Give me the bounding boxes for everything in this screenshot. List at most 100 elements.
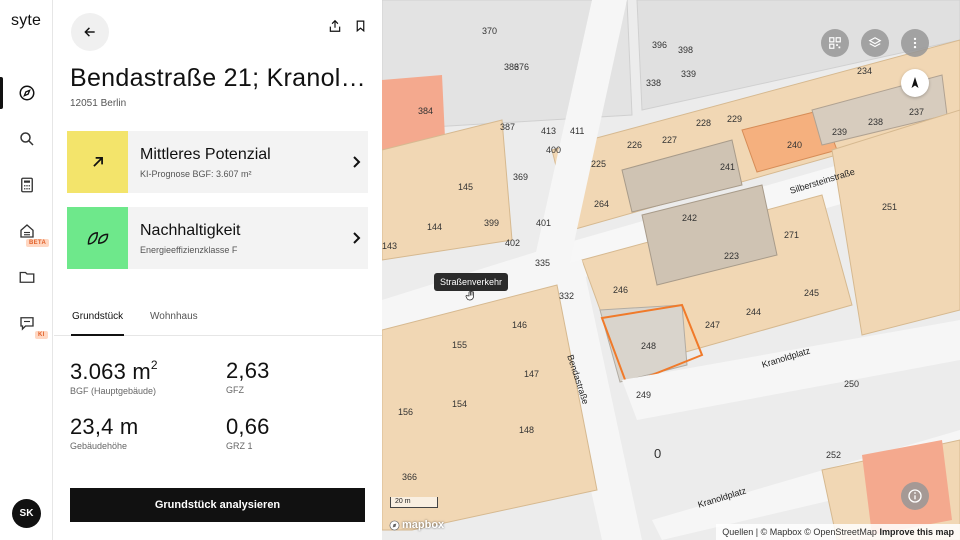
more-vertical-icon bbox=[913, 37, 917, 49]
plot-label: 234 bbox=[857, 66, 873, 76]
ki-badge: KI bbox=[35, 331, 48, 339]
plot-label: 242 bbox=[682, 213, 698, 223]
plot-label: 155 bbox=[452, 340, 468, 350]
address-subtitle: 12051 Berlin bbox=[70, 98, 127, 109]
stat-bgf: 3.063 m2 BGF (Hauptgebäude) bbox=[70, 358, 158, 396]
plot-label: 411 bbox=[570, 126, 585, 136]
plot-label: 402 bbox=[505, 238, 521, 248]
nav-rail: syte BETA KI SK bbox=[0, 0, 53, 540]
arrow-left-icon bbox=[84, 27, 95, 37]
stat-gfz-value: 2,63 bbox=[226, 358, 270, 383]
plot-label: 226 bbox=[627, 140, 643, 150]
search-icon bbox=[19, 132, 34, 146]
compass-icon bbox=[19, 85, 34, 101]
house-icon bbox=[19, 224, 34, 238]
avatar[interactable]: SK bbox=[12, 499, 41, 528]
plot-label: 248 bbox=[641, 341, 657, 351]
plot-label: 398 bbox=[678, 45, 694, 55]
improve-map-link[interactable]: Improve this map bbox=[879, 527, 954, 537]
sources-link[interactable]: Quellen bbox=[722, 527, 753, 537]
info-button[interactable] bbox=[901, 482, 929, 510]
chevron-right-icon bbox=[344, 232, 368, 244]
plot-label: 399 bbox=[484, 218, 500, 228]
plot-label: 338 bbox=[646, 78, 662, 88]
rail-projects[interactable] bbox=[0, 257, 53, 297]
layers-icon bbox=[868, 37, 882, 48]
compass-button[interactable] bbox=[901, 69, 929, 97]
plot-label: 146 bbox=[512, 320, 528, 330]
layers-button[interactable] bbox=[861, 29, 889, 57]
plot-label: 227 bbox=[662, 135, 678, 145]
bookmark-button[interactable] bbox=[351, 17, 369, 35]
share-button[interactable] bbox=[326, 17, 344, 35]
plot-label: 332 bbox=[559, 291, 575, 301]
rail-search[interactable] bbox=[0, 119, 53, 159]
plot-label: 401 bbox=[536, 218, 552, 228]
stat-bgf-value: 3.063 m bbox=[70, 359, 151, 384]
potential-card[interactable]: Mittleres Potenzial KI-Prognose BGF: 3.6… bbox=[67, 131, 368, 193]
potential-subtitle: KI-Prognose BGF: 3.607 m² bbox=[140, 168, 252, 179]
bookmark-icon bbox=[356, 20, 364, 33]
plot-label: 0 bbox=[654, 446, 662, 461]
sustainability-card[interactable]: Nachhaltigkeit Energieeffizienzklasse F bbox=[67, 207, 368, 269]
arrow-up-right-icon bbox=[92, 157, 103, 167]
plot-label: 154 bbox=[452, 399, 468, 409]
map-attribution: Quellen | © Mapbox © OpenStreetMap Impro… bbox=[716, 524, 960, 540]
plot-label: 271 bbox=[784, 230, 800, 240]
sustainability-title: Nachhaltigkeit bbox=[140, 221, 241, 239]
plot-label: 387 bbox=[500, 122, 516, 132]
plot-label: 225 bbox=[591, 159, 607, 169]
plot-label: 249 bbox=[636, 390, 652, 400]
sustainability-subtitle: Energieeffizienzklasse F bbox=[140, 244, 238, 255]
stat-height-label: Gebäudehöhe bbox=[70, 441, 128, 451]
plot-label: 339 bbox=[681, 69, 697, 79]
info-icon bbox=[908, 489, 922, 503]
mapbox-logo[interactable]: mapbox bbox=[389, 519, 444, 531]
stat-bgf-unit-sup: 2 bbox=[150, 358, 158, 372]
plot-label: 384 bbox=[418, 106, 434, 116]
plot-label: 237 bbox=[909, 107, 925, 117]
north-arrow-icon bbox=[911, 77, 919, 88]
plot-label: 244 bbox=[746, 307, 762, 317]
potential-title: Mittleres Potenzial bbox=[140, 145, 271, 163]
stat-grz: 0,66 GRZ 1 bbox=[226, 414, 270, 451]
analyze-button[interactable]: Grundstück analysieren bbox=[70, 488, 365, 522]
more-button[interactable] bbox=[901, 29, 929, 57]
plot-label: 143 bbox=[382, 241, 398, 251]
plot-label: 147 bbox=[524, 369, 540, 379]
leaf-icon bbox=[87, 232, 108, 245]
qr-button[interactable] bbox=[821, 29, 849, 57]
plot-label: 148 bbox=[519, 425, 535, 435]
logo: syte bbox=[11, 12, 42, 29]
plot-label: 247 bbox=[705, 320, 721, 330]
stat-bgf-label: BGF (Hauptgebäude) bbox=[70, 386, 157, 396]
plot-label: 241 bbox=[720, 162, 736, 172]
rail-calculator[interactable] bbox=[0, 165, 53, 205]
rail-explore[interactable] bbox=[0, 73, 53, 113]
tab-grundstueck[interactable]: Grundstück bbox=[70, 311, 125, 336]
plot-label: 246 bbox=[613, 285, 629, 295]
plot-label: 223 bbox=[724, 251, 740, 261]
plot-label: 240 bbox=[787, 140, 803, 150]
hand-cursor-icon bbox=[465, 290, 474, 301]
plot-label: 335 bbox=[535, 258, 551, 268]
plot-label: 413 bbox=[541, 126, 557, 136]
folder-icon bbox=[19, 271, 34, 283]
potential-swatch bbox=[67, 131, 128, 193]
map-tooltip: Straßenverkehr bbox=[434, 273, 509, 291]
plot-label: 144 bbox=[427, 222, 443, 232]
plot-label: 238 bbox=[868, 117, 884, 127]
stat-height: 23,4 m Gebäudehöhe bbox=[70, 414, 138, 451]
share-icon bbox=[329, 19, 341, 32]
detail-tabs: Grundstück Wohnhaus bbox=[54, 298, 382, 336]
map-canvas[interactable]: 370 376 386 384 387 369 413 411 400 399 … bbox=[382, 0, 960, 540]
chat-icon bbox=[19, 317, 34, 331]
map-base bbox=[382, 0, 960, 540]
plot-label: 400 bbox=[546, 145, 562, 155]
plot-label: 229 bbox=[727, 114, 743, 124]
tab-wohnhaus[interactable]: Wohnhaus bbox=[150, 311, 198, 322]
plot-label: 252 bbox=[826, 450, 842, 460]
property-panel: Bendastraße 21; Kranoldplatz 12051 Berli… bbox=[54, 0, 382, 540]
plot-label: 228 bbox=[696, 118, 712, 128]
back-button[interactable] bbox=[71, 13, 109, 51]
